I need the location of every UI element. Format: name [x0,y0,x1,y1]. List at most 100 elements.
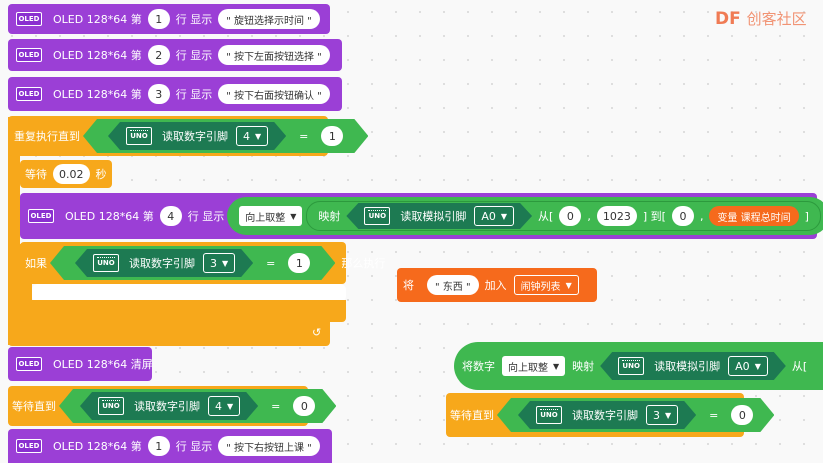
row-input[interactable]: 4 [159,206,182,226]
display-text-input[interactable]: " 按下右按钮上课 " [218,436,320,456]
chevron-down-icon: ▼ [754,361,761,371]
uno-board-icon: UNO [618,357,644,375]
display-text-input[interactable]: " 按下左面按钮选择 " [218,45,330,65]
round-mode-value: 向上取整 [508,362,548,374]
pin-dropdown[interactable]: 4 ▼ [236,126,268,146]
if-condition[interactable]: UNO 读取数字引脚 3 ▼ = 1 [50,246,335,280]
round-mode-value: 向上取整 [245,212,286,224]
row-input[interactable]: 1 [147,436,170,456]
digital-read-label: 读取数字引脚 [129,257,195,270]
map-block[interactable]: 映射 UNO 读取模拟引脚 A0 ▼ 从[ 0 , 1023 ] 到[ 0 , 变… [306,201,821,231]
oled-display-block-4[interactable]: OLED OLED 128*64 第 4 行 显示 向上取整 ▼ 映射 UNO 读… [20,193,823,239]
to-label: ] 到[ [642,210,666,223]
oled-label: OLED 128*64 第 [53,49,142,62]
wait-condition[interactable]: UNO 读取数字引脚 4 ▼ = 0 [59,389,336,423]
chevron-down-icon: ▼ [665,410,672,420]
chevron-down-icon: ▼ [553,361,560,371]
variable-name: 课程总时间 [740,212,791,224]
uno-board-icon: UNO [93,254,119,272]
digital-read-block[interactable]: UNO 读取数字引脚 3 ▼ [518,401,696,429]
digital-read-block[interactable]: UNO 读取数字引脚 4 ▼ [80,392,258,420]
map-number-label: 将数字 [462,360,495,373]
oled-label: OLED 128*64 第 [53,440,142,453]
digital-read-block[interactable]: UNO 读取数字引脚 4 ▼ [108,122,286,150]
analog-pin-dropdown[interactable]: A0 ▼ [474,206,514,226]
df-watermark: DF 创客社区 [715,8,807,29]
list-name: 闹钟列表 [520,281,561,293]
wait-block[interactable]: 等待 0.02 秒 [20,160,112,188]
digital-read-block[interactable]: UNO 读取数字引脚 3 ▼ [75,249,253,277]
analog-read-block[interactable]: UNO 读取模拟引脚 A0 ▼ [600,352,786,380]
variable-block[interactable]: 变量 课程总时间 [709,206,799,226]
from-high-input[interactable]: 1023 [596,206,637,226]
compare-value[interactable]: 1 [288,253,310,273]
pin-dropdown[interactable]: 3 ▼ [646,405,678,425]
analog-pin-dropdown[interactable]: A0 ▼ [728,356,768,376]
compare-value[interactable]: 0 [731,405,753,425]
display-text-input[interactable]: " 旋钮选择示时间 " [218,9,320,29]
oled-icon: OLED [16,12,42,26]
brand-logo: DF [715,9,741,29]
oled-display-block-1[interactable]: OLED OLED 128*64 第 1 行 显示 " 旋钮选择示时间 " [8,4,330,34]
chevron-down-icon: ▼ [290,211,297,221]
compare-value[interactable]: 0 [293,396,315,416]
wait-until-block-1[interactable]: 等待直到 UNO 读取数字引脚 4 ▼ = 0 [8,386,308,426]
oled-label: OLED 128*64 第 [53,13,142,26]
uno-board-icon: UNO [126,127,152,145]
wait-seconds-input[interactable]: 0.02 [53,164,90,184]
chevron-down-icon: ▼ [227,401,234,411]
pin-value: 3 [210,256,217,270]
wait-condition[interactable]: UNO 读取数字引脚 3 ▼ = 0 [497,398,774,432]
row-suffix: 行 显示 [175,88,213,101]
seconds-unit: 秒 [95,168,107,181]
from-low-input[interactable]: 0 [559,206,582,226]
equals-sign: = [299,129,309,143]
pin-value: 3 [653,408,660,422]
map-number-block[interactable]: 将数字 向上取整 ▼ 映射 UNO 读取模拟引脚 A0 ▼ 从[ [454,342,823,390]
uno-board-icon: UNO [98,397,124,415]
row-input[interactable]: 1 [147,9,170,29]
equals-sign: = [271,399,281,413]
round-mode-dropdown[interactable]: 向上取整 ▼ [239,206,303,226]
repeat-until-block[interactable]: 重复执行直到 UNO 读取数字引脚 4 ▼ = 1 [8,116,328,156]
pin-value: A0 [735,359,750,373]
to-low-input[interactable]: 0 [671,206,694,226]
clear-label: OLED 128*64 清屏 [53,358,153,371]
round-mode-dropdown[interactable]: 向上取整 ▼ [502,356,566,376]
oled-display-block-5[interactable]: OLED OLED 128*64 第 1 行 显示 " 按下右按钮上课 " [8,429,332,463]
pin-dropdown[interactable]: 4 ▼ [208,396,240,416]
add-to-list-block[interactable]: 将 " 东西 " 加入 闹钟列表 ▼ [397,268,597,302]
if-block[interactable]: 如果 UNO 读取数字引脚 3 ▼ = 1 那么执行 [20,242,385,284]
item-text-input[interactable]: " 东西 " [427,275,479,295]
row-input[interactable]: 2 [147,45,170,65]
repeat-block-footer [8,322,330,346]
pin-dropdown[interactable]: 3 ▼ [203,253,235,273]
oled-display-block-3[interactable]: OLED OLED 128*64 第 3 行 显示 " 按下右面按钮确认 " [8,77,342,111]
display-text-input[interactable]: " 按下右面按钮确认 " [218,84,330,104]
chevron-down-icon: ▼ [565,280,572,290]
round-up-block[interactable]: 向上取整 ▼ 映射 UNO 读取模拟引脚 A0 ▼ 从[ 0 , 1023 ] 到[… [227,197,823,235]
row-input[interactable]: 3 [147,84,170,104]
compare-value[interactable]: 1 [321,126,343,146]
wait-until-block-2[interactable]: 等待直到 UNO 读取数字引脚 3 ▼ = 0 [446,393,744,437]
from-label: 从[ [791,360,808,373]
if-label: 如果 [25,257,47,270]
if-block-footer [20,300,346,322]
from-label: 从[ [538,210,554,223]
oled-label: OLED 128*64 第 [65,210,154,223]
row-suffix: 行 显示 [175,49,213,62]
uno-board-icon: UNO [364,207,390,225]
variable-label: 变量 [717,212,738,224]
list-dropdown[interactable]: 闹钟列表 ▼ [513,275,579,295]
chevron-down-icon: ▼ [500,211,508,221]
repeat-condition[interactable]: UNO 读取数字引脚 4 ▼ = 1 [83,119,368,153]
oled-icon: OLED [16,87,42,101]
analog-read-block[interactable]: UNO 读取模拟引脚 A0 ▼ [346,203,532,229]
repeat-until-label: 重复执行直到 [14,130,80,143]
oled-icon: OLED [16,439,42,453]
digital-read-label: 读取数字引脚 [162,130,228,143]
map-label: 映射 [318,210,341,223]
add-label: 将 [403,279,414,292]
oled-clear-block[interactable]: OLED OLED 128*64 清屏 [8,347,153,381]
oled-display-block-2[interactable]: OLED OLED 128*64 第 2 行 显示 " 按下左面按钮选择 " [8,39,342,71]
